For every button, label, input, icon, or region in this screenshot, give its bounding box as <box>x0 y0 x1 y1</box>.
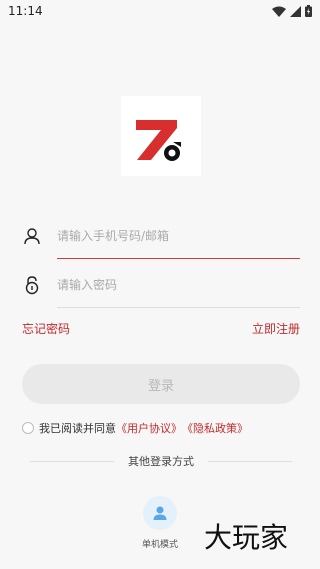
status-icons <box>272 5 312 17</box>
password-underline <box>57 307 300 308</box>
agreement-checkbox[interactable] <box>22 422 34 434</box>
agreement-text: 我已阅读并同意 <box>39 422 116 435</box>
app-logo <box>121 96 201 176</box>
username-underline <box>57 258 300 259</box>
single-mode-button[interactable]: 单机模式 <box>136 496 184 550</box>
privacy-policy-link[interactable]: 《隐私政策》 <box>182 420 248 436</box>
status-bar: 11:14 <box>0 0 320 22</box>
single-mode-label: 单机模式 <box>141 540 178 550</box>
divider-line-right <box>208 460 292 462</box>
password-field <box>22 265 300 308</box>
forgot-password-link[interactable]: 忘记密码 <box>22 320 70 336</box>
status-time: 11:14 <box>8 4 43 18</box>
auth-links: 忘记密码 立即注册 <box>22 320 300 336</box>
password-input[interactable] <box>57 273 292 297</box>
other-login-title: 其他登录方式 <box>128 455 194 468</box>
watermark: 大玩家 <box>204 521 289 554</box>
wifi-icon <box>272 6 286 17</box>
single-mode-avatar <box>143 496 177 530</box>
person-icon <box>153 506 167 520</box>
username-input[interactable] <box>57 224 292 248</box>
login-button[interactable]: 登录 <box>22 364 300 404</box>
signal-icon <box>290 5 301 17</box>
register-link[interactable]: 立即注册 <box>252 320 300 336</box>
lock-icon <box>22 275 42 295</box>
agreement-row: 我已阅读并同意 《用户协议》 《隐私政策》 <box>22 420 248 436</box>
divider-line-left <box>30 460 114 462</box>
battery-icon <box>305 5 312 17</box>
other-login-divider: 其他登录方式 <box>30 454 292 468</box>
user-icon <box>22 226 42 246</box>
username-field <box>22 216 300 259</box>
user-agreement-link[interactable]: 《用户协议》 <box>116 420 182 436</box>
